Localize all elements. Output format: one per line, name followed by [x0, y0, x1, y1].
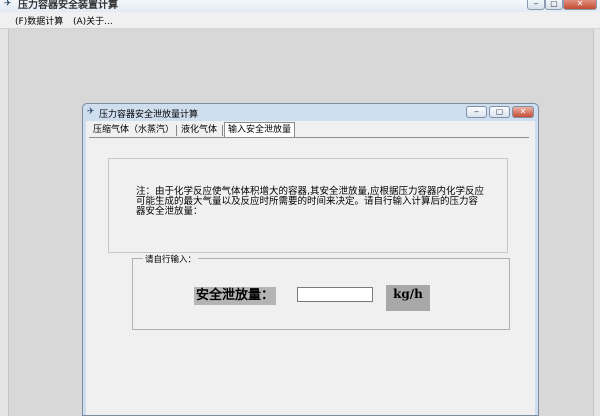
tab-input-relief-amount[interactable]: 输入安全泄放量: [224, 122, 296, 138]
child-app-icon: ✈: [87, 107, 95, 117]
child-window-title: 压力容器安全泄放量计算: [99, 110, 199, 120]
tab-compressed-gas[interactable]: 压缩气体（水蒸汽）: [93, 123, 174, 137]
child-window: ✈ 压力容器安全泄放量计算 ‒ ▢ ✕ 压缩气体（水蒸汽） 液化气体 输入安全泄…: [82, 103, 539, 416]
unit-label: kg/h: [386, 285, 430, 311]
close-button[interactable]: ✕: [563, 0, 597, 10]
child-restore-button[interactable]: ▢: [489, 106, 510, 118]
child-client-area: 压缩气体（水蒸汽） 液化气体 输入安全泄放量 注：由于化学反应使气体体积增大的容…: [86, 121, 535, 415]
menu-bar: (F)数据计算 (A)关于...: [0, 12, 600, 29]
maximize-button[interactable]: ▢: [545, 0, 563, 10]
menu-about[interactable]: (A)关于...: [73, 14, 113, 27]
tab-liquefied-gas[interactable]: 液化气体: [181, 123, 217, 137]
app-icon: ✈: [4, 0, 12, 9]
note-text: 注：由于化学反应使气体体积增大的容器,其安全泄放量,应根据压力容器内化学反应可能…: [136, 186, 485, 217]
minimize-button[interactable]: ‒: [527, 0, 545, 10]
tab-separator: [176, 125, 177, 136]
relief-amount-input[interactable]: [297, 287, 373, 302]
relief-amount-label: 安全泄放量：: [194, 287, 277, 305]
child-close-button[interactable]: ✕: [512, 106, 534, 118]
child-minimize-button[interactable]: ‒: [466, 106, 487, 118]
input-group-label: 请自行输入：: [143, 253, 199, 265]
menu-data-calc[interactable]: (F)数据计算: [15, 14, 63, 27]
child-title-bar[interactable]: ✈ 压力容器安全泄放量计算 ‒ ▢ ✕: [83, 104, 538, 121]
tab-separator: [222, 125, 223, 136]
main-window-title: 压力容器安全装置计算: [18, 0, 118, 11]
